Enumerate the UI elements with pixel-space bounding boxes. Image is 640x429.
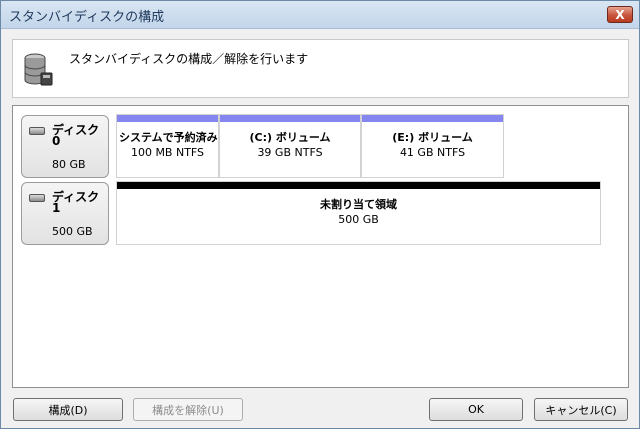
- disk-1-label[interactable]: ディスク 1 500 GB: [21, 182, 109, 245]
- partition-name: (C:) ボリューム: [249, 131, 331, 144]
- partition-system-reserved[interactable]: システムで予約済み 100 MB NTFS: [116, 114, 219, 178]
- partition-name: 未割り当て領域: [320, 198, 397, 211]
- disk-name: ディスク 1: [52, 190, 100, 215]
- partition-name: システムで予約済み: [119, 131, 218, 144]
- dialog-window: スタンバイディスクの構成 X スタンバイディスクの構成／解除を行います ディスク…: [0, 0, 640, 429]
- close-icon: X: [615, 7, 625, 22]
- partition-color-bar: [220, 115, 360, 122]
- configure-button[interactable]: 構成(D): [13, 398, 123, 421]
- disk-0-label[interactable]: ディスク 0 80 GB: [21, 115, 109, 178]
- partition-color-bar: [117, 115, 218, 122]
- partition-color-bar: [117, 182, 600, 189]
- partition-e-volume[interactable]: (E:) ボリューム 41 GB NTFS: [361, 114, 504, 178]
- database-disk-icon: [24, 53, 53, 86]
- title-bar[interactable]: スタンバイディスクの構成 X: [1, 1, 639, 29]
- disk-layout-area: ディスク 0 80 GB システムで予約済み 100 MB NTFS (C:) …: [12, 105, 629, 388]
- hard-disk-icon: [29, 194, 45, 202]
- disk-size: 500 GB: [52, 225, 93, 238]
- partition-info: 100 MB NTFS: [130, 146, 205, 159]
- partition-info: 41 GB NTFS: [399, 146, 466, 159]
- close-button[interactable]: X: [607, 6, 633, 23]
- partition-color-bar: [362, 115, 503, 122]
- partition-info: 500 GB: [338, 213, 379, 226]
- partition-info: 39 GB NTFS: [257, 146, 323, 159]
- header-description: スタンバイディスクの構成／解除を行います: [69, 52, 309, 66]
- disk-name: ディスク 0: [52, 123, 100, 148]
- partition-unallocated[interactable]: 未割り当て領域 500 GB: [116, 181, 601, 245]
- release-configuration-button[interactable]: 構成を解除(U): [133, 398, 243, 421]
- window-title: スタンバイディスクの構成: [9, 10, 165, 25]
- hard-disk-icon: [29, 127, 45, 135]
- header-panel: スタンバイディスクの構成／解除を行います: [12, 39, 629, 98]
- partition-name: (E:) ボリューム: [392, 131, 473, 144]
- ok-button[interactable]: OK: [429, 398, 523, 421]
- partition-c-volume[interactable]: (C:) ボリューム 39 GB NTFS: [219, 114, 361, 178]
- disk-size: 80 GB: [52, 158, 86, 171]
- cancel-button[interactable]: キャンセル(C): [534, 398, 628, 421]
